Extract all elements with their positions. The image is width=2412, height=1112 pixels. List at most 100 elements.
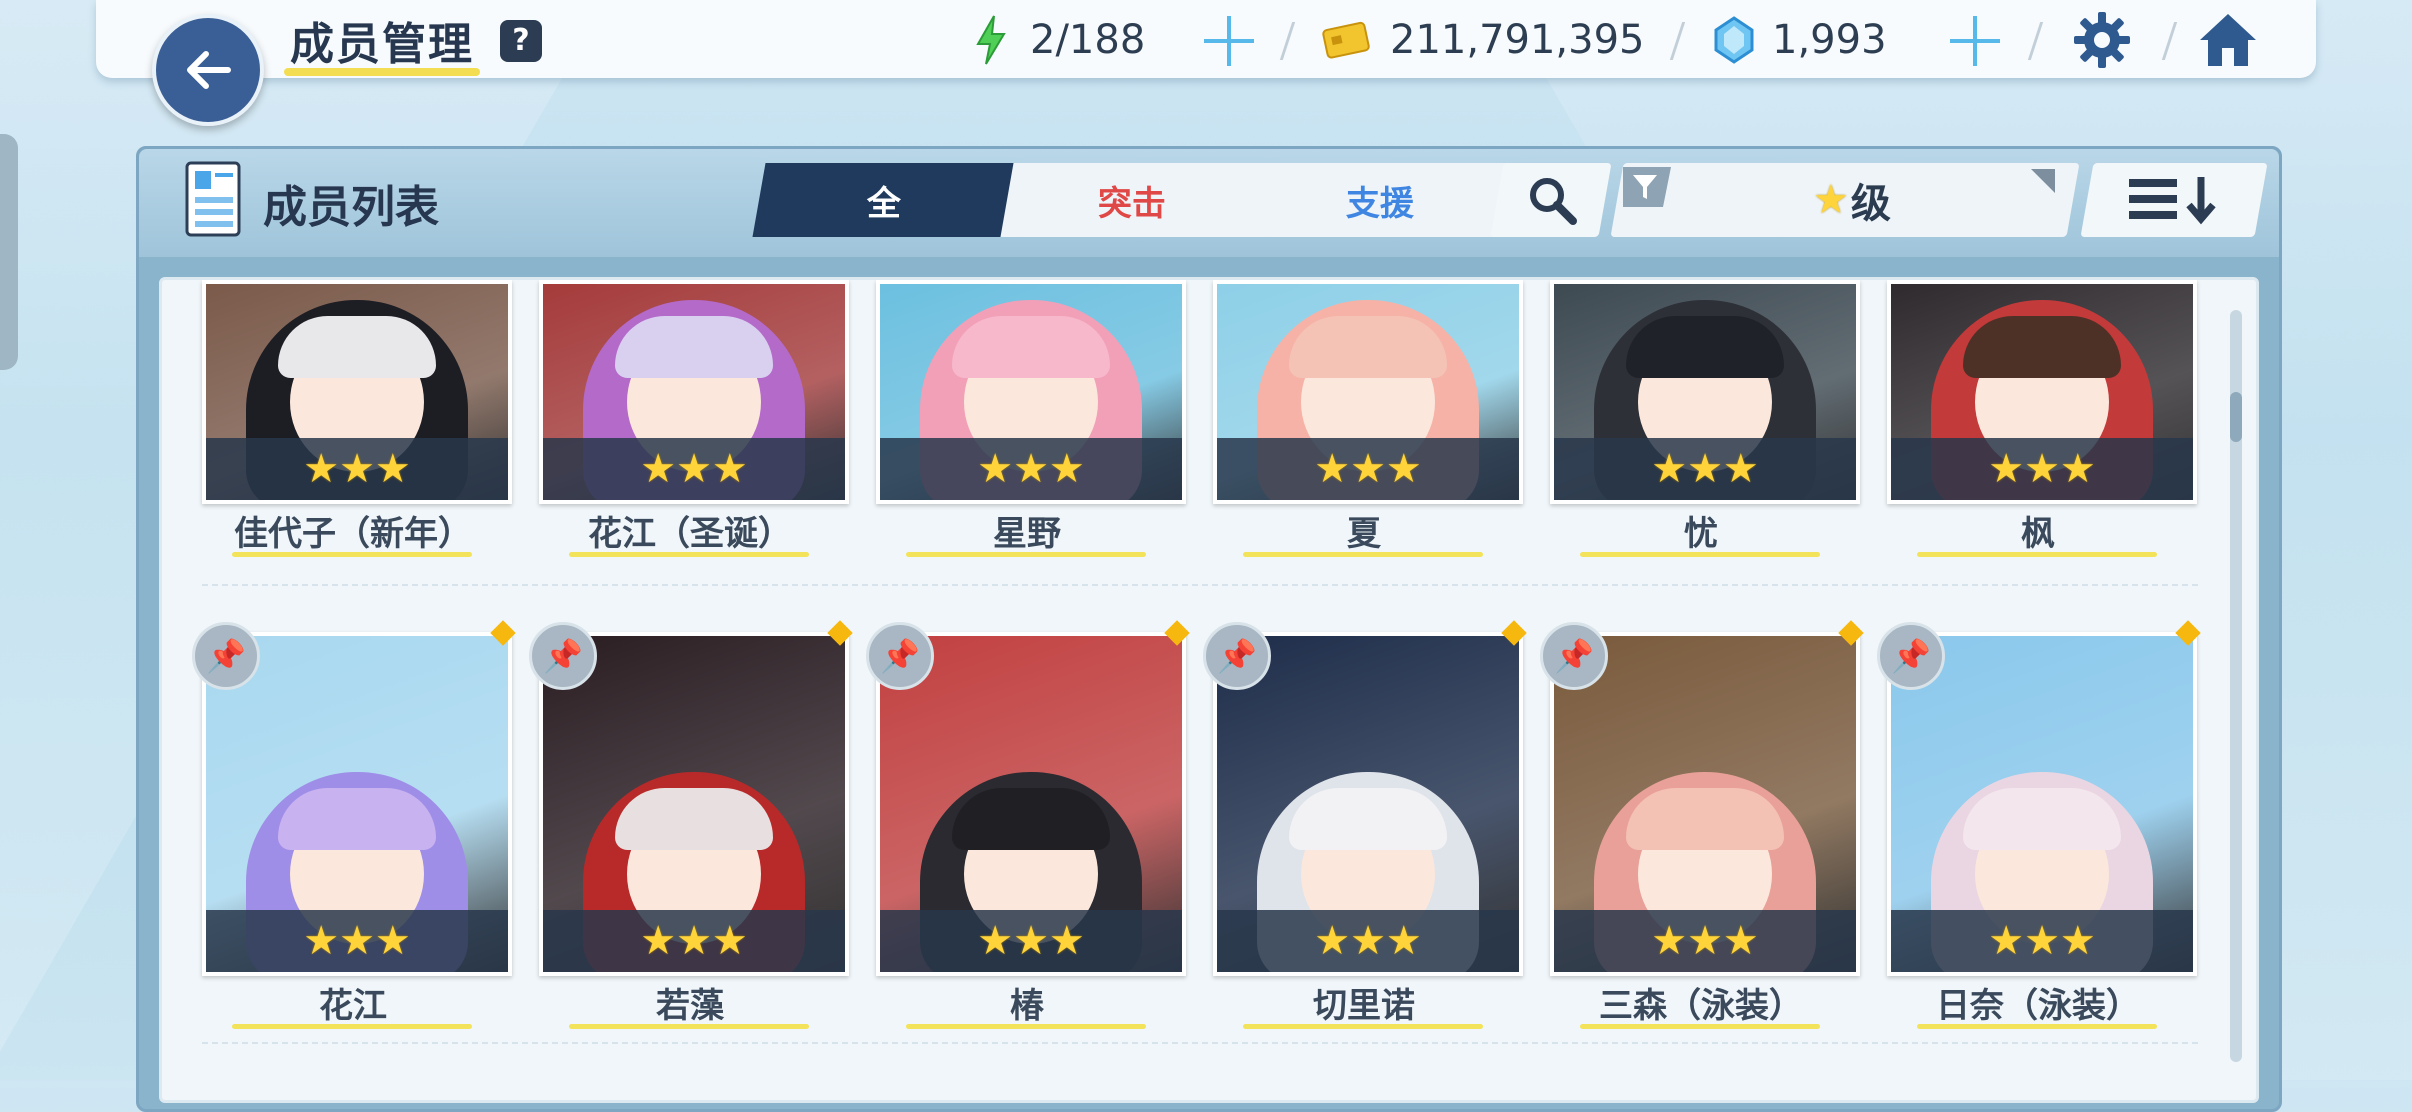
add-ap-button[interactable] — [1202, 14, 1256, 68]
energy-bolt-icon — [976, 15, 1006, 65]
star-rating: ★★★ — [1554, 438, 1856, 500]
star-rating: ★★★ — [543, 438, 845, 500]
student-portrait: ★★★ — [1213, 632, 1523, 976]
credits-counter: 211,791,395 — [1322, 12, 1644, 68]
portrait-bangs — [1289, 788, 1447, 850]
home-button[interactable] — [2196, 10, 2260, 74]
student-portrait: ★★★ — [876, 280, 1186, 504]
type-filter-tabs: 全 突击 支援 — [752, 163, 1512, 237]
name-underline — [1580, 1024, 1820, 1029]
name-underline — [906, 1024, 1146, 1029]
star-rating: ★★★ — [543, 910, 845, 972]
rating-stars: ★★★ — [977, 446, 1085, 492]
student-name: 星野 — [993, 514, 1061, 554]
pin-icon[interactable]: 📌 — [1203, 622, 1271, 690]
name-underline — [906, 552, 1146, 557]
pin-icon[interactable]: 📌 — [866, 622, 934, 690]
student-portrait: ★★★ — [1887, 632, 2197, 976]
name-underline — [1580, 552, 1820, 557]
gems-value: 1,993 — [1772, 17, 1887, 63]
portrait-bangs — [1626, 316, 1784, 378]
star-rating: ★★★ — [1891, 438, 2193, 500]
student-portrait: ★★★ — [539, 632, 849, 976]
name-underline — [1243, 1024, 1483, 1029]
star-rating: ★★★ — [1217, 438, 1519, 500]
student-name: 椿 — [1010, 986, 1044, 1026]
portrait-bangs — [615, 788, 773, 850]
rating-stars: ★★★ — [1651, 446, 1759, 492]
back-button[interactable] — [152, 14, 264, 126]
filter-funnel-icon — [1623, 167, 1671, 207]
rating-stars: ★★★ — [1651, 918, 1759, 964]
rating-stars: ★★★ — [1988, 446, 2096, 492]
row-divider — [202, 1042, 2198, 1044]
add-gems-button[interactable] — [1948, 14, 2002, 68]
filter-label: ★ 级 — [1813, 171, 1891, 229]
ap-value: 2/188 — [1030, 17, 1146, 63]
sort-order-icon — [2129, 177, 2216, 225]
student-name: 切里诺 — [1313, 986, 1415, 1026]
pin-icon[interactable]: 📌 — [1877, 622, 1945, 690]
pin-icon[interactable]: 📌 — [529, 622, 597, 690]
student-portrait: ★★★ — [876, 632, 1186, 976]
rating-stars: ★★★ — [1314, 918, 1422, 964]
student-portrait: ★★★ — [1887, 280, 2197, 504]
student-portrait: ★★★ — [539, 280, 849, 504]
star-rating: ★★★ — [206, 910, 508, 972]
tab-assault[interactable]: 突击 — [1000, 163, 1264, 237]
rating-stars: ★★★ — [977, 918, 1085, 964]
star-rating: ★★★ — [880, 438, 1182, 500]
star-rating: ★★★ — [1554, 910, 1856, 972]
credit-card-icon — [1322, 21, 1370, 59]
title-underline — [284, 68, 480, 76]
portrait-bangs — [1626, 788, 1784, 850]
student-portrait: ★★★ — [1213, 280, 1523, 504]
student-name: 忧 — [1684, 514, 1718, 554]
tab-support-label: 支援 — [1346, 183, 1414, 224]
name-underline — [232, 552, 472, 557]
search-icon — [1530, 178, 1577, 225]
star-rating: ★★★ — [206, 438, 508, 500]
pin-icon[interactable]: 📌 — [192, 622, 260, 690]
portrait-bangs — [615, 316, 773, 378]
student-name: 三森（泳装） — [1599, 986, 1803, 1026]
name-underline — [232, 1024, 472, 1029]
scrollbar-thumb[interactable] — [2230, 392, 2242, 442]
portrait-bangs — [952, 316, 1110, 378]
student-name: 花江 — [319, 986, 387, 1026]
star-rating: ★★★ — [1217, 910, 1519, 972]
student-portrait: ★★★ — [1550, 280, 1860, 504]
help-button[interactable]: ? — [500, 20, 542, 62]
dropdown-corner-icon — [2031, 169, 2055, 193]
pin-icon[interactable]: 📌 — [1540, 622, 1608, 690]
tab-assault-label: 突击 — [1098, 183, 1166, 224]
name-underline — [569, 1024, 809, 1029]
student-list-panel: 成员列表 全 突击 支援 ★ 级 ★★★ 佳代子（新年） ★★★ 花江（圣诞） … — [136, 146, 2282, 1112]
back-arrow-icon — [187, 51, 231, 89]
portrait-bangs — [278, 788, 436, 850]
blue-gem-icon — [1714, 16, 1754, 64]
roster-list-icon — [185, 161, 241, 237]
row-divider — [202, 584, 2198, 586]
student-name: 日奈（泳装） — [1936, 986, 2140, 1026]
gems-counter: 1,993 — [1714, 12, 1887, 68]
side-drawer-handle[interactable] — [0, 134, 18, 370]
star-icon: ★ — [1813, 177, 1849, 223]
student-grid: ★★★ 佳代子（新年） ★★★ 花江（圣诞） ★★★ 星野 ★★★ 夏 ★★★ … — [159, 277, 2259, 1103]
tab-support[interactable]: 支援 — [1248, 163, 1512, 237]
student-name: 佳代子（新年） — [234, 514, 472, 554]
tab-all[interactable]: 全 — [752, 163, 1016, 237]
student-name: 若藻 — [656, 986, 724, 1026]
name-underline — [569, 552, 809, 557]
rating-stars: ★★★ — [640, 918, 748, 964]
student-portrait: ★★★ — [202, 632, 512, 976]
tab-all-label: 全 — [867, 183, 901, 224]
student-name: 夏 — [1347, 514, 1381, 554]
name-underline — [1917, 552, 2157, 557]
star-rating: ★★★ — [880, 910, 1182, 972]
credits-value: 211,791,395 — [1390, 17, 1645, 63]
rating-stars: ★★★ — [303, 918, 411, 964]
settings-button[interactable] — [2072, 10, 2132, 74]
portrait-bangs — [278, 316, 436, 378]
page-title: 成员管理 — [290, 19, 474, 70]
